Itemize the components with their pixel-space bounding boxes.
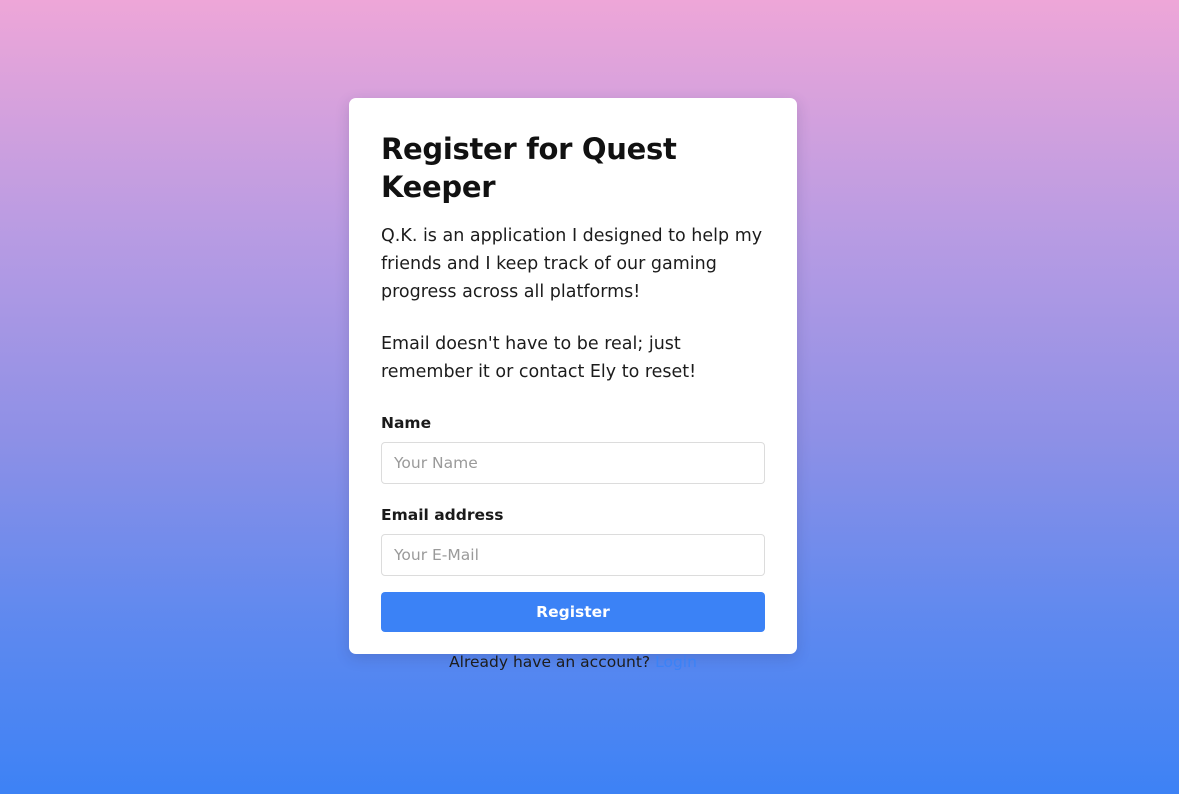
name-field[interactable] [381, 442, 765, 484]
name-label: Name [381, 414, 432, 432]
email-note: Email doesn't have to be real; just reme… [381, 334, 697, 382]
email-label: Email address [381, 506, 504, 524]
login-prompt: Already have an account? Login [381, 651, 765, 673]
login-prompt-text: Already have an account? [449, 653, 651, 671]
register-card: Register for Quest Keeper Q.K. is an app… [349, 98, 797, 671]
register-button[interactable]: Register [381, 592, 765, 632]
login-link[interactable]: Login [655, 653, 697, 671]
page-title: Register for Quest Keeper [381, 132, 677, 204]
app-description: Q.K. is an application I designed to hel… [381, 226, 763, 302]
email-field[interactable] [381, 534, 765, 576]
